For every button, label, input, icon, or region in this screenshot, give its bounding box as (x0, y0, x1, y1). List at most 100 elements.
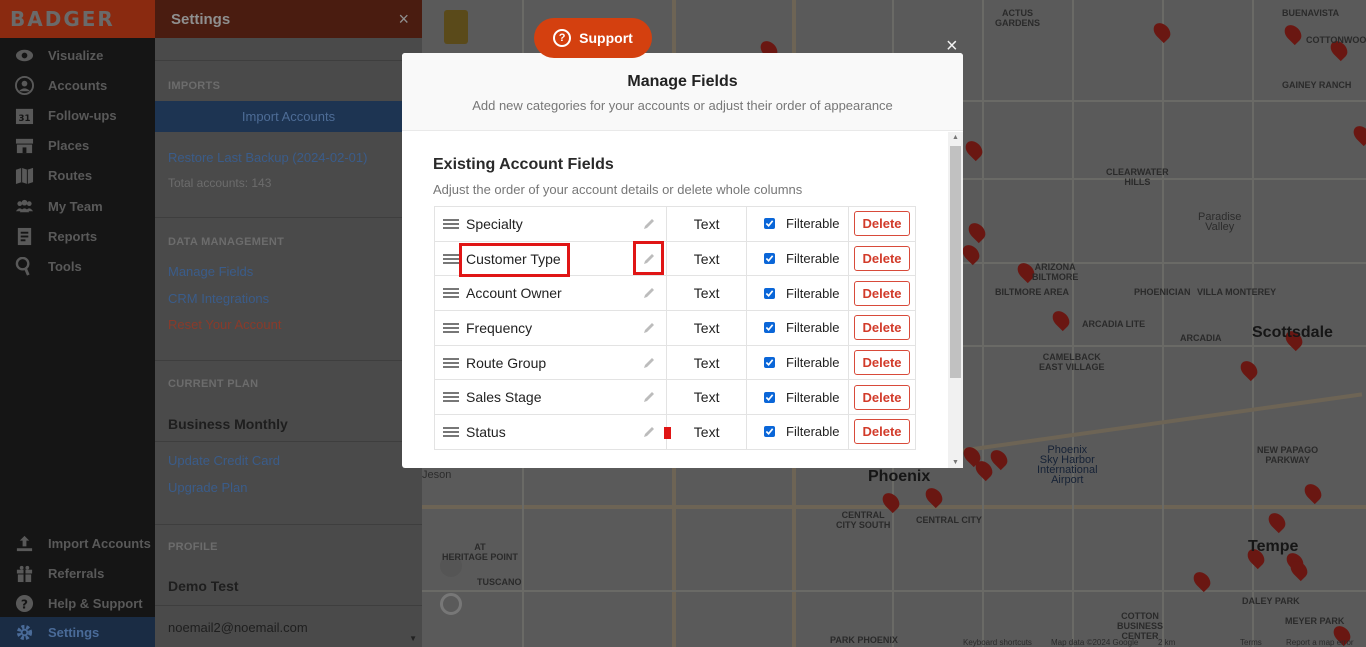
delete-cell: Delete (848, 240, 916, 277)
upload-icon (14, 533, 34, 553)
profile-heading: PROFILE (168, 541, 218, 553)
calendar-icon: 31 (14, 105, 34, 125)
drag-handle-icon[interactable] (443, 425, 459, 439)
delete-field-button[interactable]: Delete (854, 384, 910, 410)
terms-link[interactable]: Terms (1240, 638, 1262, 647)
manage-fields-link[interactable]: Manage Fields (168, 264, 253, 279)
drag-handle-icon[interactable] (443, 217, 459, 231)
nav-routes[interactable]: Routes (0, 160, 155, 190)
edit-pencil-icon[interactable] (642, 425, 656, 439)
pegman-icon[interactable] (444, 10, 468, 44)
edit-pencil-icon[interactable] (642, 390, 656, 404)
nav-import-accounts[interactable]: Import Accounts (0, 528, 155, 558)
filterable-checkbox[interactable] (764, 218, 776, 230)
map-pin[interactable] (1301, 480, 1325, 505)
edit-pencil-icon[interactable] (642, 217, 656, 231)
nav-places[interactable]: Places (0, 130, 155, 160)
delete-field-button[interactable]: Delete (854, 419, 910, 445)
edit-pencil-icon[interactable] (642, 286, 656, 300)
svg-text:?: ? (20, 597, 27, 611)
crm-integrations-link[interactable]: CRM Integrations (168, 291, 269, 306)
nav-reports[interactable]: Reports (0, 221, 155, 251)
drag-handle-icon[interactable] (443, 286, 459, 300)
filterable-label: Filterable (786, 285, 840, 301)
filterable-label: Filterable (786, 389, 840, 405)
upgrade-plan-link[interactable]: Upgrade Plan (168, 480, 248, 495)
map-label: NEW PAPAGO PARKWAY (1257, 445, 1319, 465)
nav-visualize[interactable]: Visualize (0, 40, 155, 70)
drag-handle-icon[interactable] (443, 390, 459, 404)
restore-backup-link[interactable]: Restore Last Backup (2024-02-01) (168, 150, 367, 165)
filterable-cell: Filterable (746, 275, 850, 312)
map-pin[interactable] (1265, 509, 1289, 534)
map-pin[interactable] (1350, 122, 1366, 147)
badger-logo[interactable]: BADGER (0, 0, 155, 38)
filterable-checkbox[interactable] (764, 287, 776, 299)
map-pin[interactable] (1281, 21, 1305, 46)
nav-referrals[interactable]: Referrals (0, 558, 155, 588)
report-map-error-link[interactable]: Report a map error (1286, 638, 1354, 647)
delete-field-button[interactable]: Delete (854, 315, 910, 341)
nav-accounts[interactable]: Accounts (0, 70, 155, 100)
delete-cell: Delete (848, 414, 916, 450)
support-label: Support (579, 30, 633, 46)
scrollbar-thumb[interactable] (950, 146, 961, 378)
edit-pencil-icon[interactable] (642, 321, 656, 335)
field-name-cell: Specialty (433, 206, 668, 242)
delete-cell: Delete (848, 379, 916, 416)
map-pin[interactable] (1049, 307, 1073, 332)
filterable-checkbox[interactable] (764, 322, 776, 334)
map-label: COTTON BUSINESS CENTER (1117, 611, 1164, 641)
filterable-checkbox[interactable] (764, 391, 776, 403)
nav-settings[interactable]: Settings (0, 617, 155, 647)
scroll-down-icon[interactable]: ▼ (952, 459, 959, 466)
close-settings-icon[interactable]: × (398, 9, 409, 30)
map-pin[interactable] (1190, 568, 1214, 593)
import-accounts-button[interactable]: Import Accounts (155, 101, 422, 132)
delete-field-button[interactable]: Delete (854, 350, 910, 376)
modal-body[interactable]: Existing Account Fields Adjust the order… (402, 132, 963, 468)
reset-account-link[interactable]: Reset Your Account (168, 317, 281, 332)
support-button[interactable]: ? Support (534, 18, 652, 58)
keyboard-shortcuts-link[interactable]: Keyboard shortcuts (963, 638, 1032, 647)
drag-handle-icon[interactable] (443, 321, 459, 335)
field-row: Route Group Text Filterable Delete (433, 344, 916, 381)
update-credit-card-link[interactable]: Update Credit Card (168, 453, 280, 468)
field-type: Text (666, 414, 748, 450)
filterable-label: Filterable (786, 424, 840, 440)
map-pin[interactable] (965, 219, 989, 244)
field-name-cell: Status (433, 414, 668, 450)
drag-handle-icon[interactable] (443, 252, 459, 266)
delete-field-button[interactable]: Delete (854, 246, 910, 272)
scroll-up-icon[interactable]: ▲ (952, 134, 959, 141)
nav-tools[interactable]: Tools (0, 251, 155, 281)
nav-followups[interactable]: 31 Follow-ups (0, 100, 155, 130)
filterable-checkbox[interactable] (764, 357, 776, 369)
svg-text:31: 31 (18, 114, 30, 124)
filterable-cell: Filterable (746, 206, 850, 242)
delete-field-button[interactable]: Delete (854, 211, 910, 237)
field-name: Status (466, 423, 506, 440)
filterable-checkbox[interactable] (764, 426, 776, 438)
filterable-checkbox[interactable] (764, 253, 776, 265)
map-label: CAMELBACK EAST VILLAGE (1039, 352, 1105, 372)
locate-icon[interactable] (440, 593, 462, 615)
delete-field-button[interactable]: Delete (854, 280, 910, 306)
modal-scrollbar[interactable]: ▲ ▼ (948, 132, 963, 468)
map-pin[interactable] (1237, 357, 1261, 382)
map-pin[interactable] (1150, 19, 1174, 44)
scroll-down-icon[interactable]: ▼ (409, 634, 417, 643)
map-label: Phoenix (868, 468, 931, 485)
field-type: Text (666, 379, 748, 416)
close-modal-icon[interactable]: × (946, 35, 958, 58)
map-label: CENTRAL CITY SOUTH (836, 510, 891, 530)
nav-myteam[interactable]: My Team (0, 191, 155, 221)
drag-handle-icon[interactable] (443, 356, 459, 370)
tools-icon (14, 256, 34, 276)
help-icon: ? (14, 593, 34, 613)
nav-help-support[interactable]: ? Help & Support (0, 588, 155, 618)
field-name: Frequency (466, 319, 533, 336)
map-label: PARK PHOENIX (830, 635, 898, 645)
map-label: Scottsdale (1252, 324, 1333, 341)
edit-pencil-icon[interactable] (642, 356, 656, 370)
